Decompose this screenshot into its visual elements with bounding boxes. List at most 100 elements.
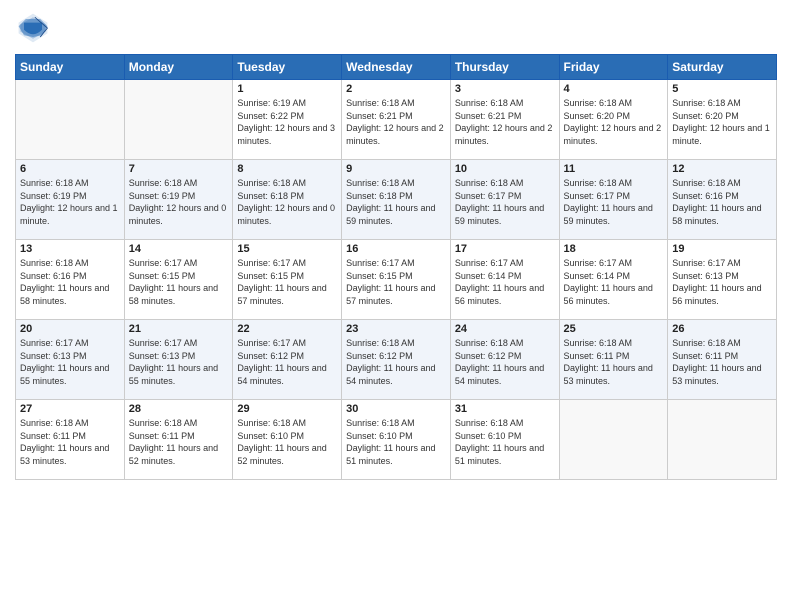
page: SundayMondayTuesdayWednesdayThursdayFrid… bbox=[0, 0, 792, 612]
weekday-header-thursday: Thursday bbox=[450, 55, 559, 80]
logo-icon bbox=[15, 10, 51, 46]
day-info: Sunrise: 6:18 AM Sunset: 6:10 PM Dayligh… bbox=[346, 417, 446, 467]
day-number: 29 bbox=[237, 403, 337, 415]
day-number: 23 bbox=[346, 323, 446, 335]
day-number: 3 bbox=[455, 83, 555, 95]
day-info: Sunrise: 6:18 AM Sunset: 6:20 PM Dayligh… bbox=[672, 97, 772, 147]
day-number: 30 bbox=[346, 403, 446, 415]
day-number: 1 bbox=[237, 83, 337, 95]
day-number: 26 bbox=[672, 323, 772, 335]
day-number: 5 bbox=[672, 83, 772, 95]
day-cell: 16Sunrise: 6:17 AM Sunset: 6:15 PM Dayli… bbox=[342, 240, 451, 320]
day-info: Sunrise: 6:18 AM Sunset: 6:10 PM Dayligh… bbox=[237, 417, 337, 467]
day-info: Sunrise: 6:17 AM Sunset: 6:12 PM Dayligh… bbox=[237, 337, 337, 387]
day-cell: 27 Sunrise: 6:18 AM Sunset: 6:11 PM Dayli… bbox=[16, 400, 125, 480]
day-info: Sunrise: 6:17 AM Sunset: 6:15 PM Dayligh… bbox=[346, 257, 446, 307]
day-info: Sunrise: 6:17 AM Sunset: 6:13 PM Dayligh… bbox=[129, 337, 229, 387]
day-info: Sunrise: 6:18 AM Sunset: 6:20 PM Dayligh… bbox=[564, 97, 664, 147]
day-info: Sunrise: 6:17 AM Sunset: 6:13 PM Dayligh… bbox=[20, 337, 120, 387]
day-cell: 9 Sunrise: 6:18 AM Sunset: 6:18 PM Daylig… bbox=[342, 160, 451, 240]
day-cell: 4 Sunrise: 6:18 AM Sunset: 6:20 PM Daylig… bbox=[559, 80, 668, 160]
day-number: 15 bbox=[237, 243, 337, 255]
day-cell: 8Sunrise: 6:18 AM Sunset: 6:18 PM Daylig… bbox=[233, 160, 342, 240]
day-cell: 14Sunrise: 6:17 AM Sunset: 6:15 PM Dayli… bbox=[124, 240, 233, 320]
day-info: Sunrise: 6:18 AM Sunset: 6:21 PM Dayligh… bbox=[346, 97, 446, 147]
day-info: Sunrise: 6:18 AM Sunset: 6:11 PM Dayligh… bbox=[672, 337, 772, 387]
day-info: Sunrise: 6:18 AM Sunset: 6:21 PM Dayligh… bbox=[455, 97, 555, 147]
day-cell: 29 Sunrise: 6:18 AM Sunset: 6:10 PM Dayli… bbox=[233, 400, 342, 480]
day-cell: 5 Sunrise: 6:18 AM Sunset: 6:20 PM Daylig… bbox=[668, 80, 777, 160]
day-info: Sunrise: 6:18 AM Sunset: 6:17 PM Dayligh… bbox=[564, 177, 664, 227]
day-info: Sunrise: 6:18 AM Sunset: 6:10 PM Dayligh… bbox=[455, 417, 555, 467]
day-cell: 25 Sunrise: 6:18 AM Sunset: 6:11 PM Dayli… bbox=[559, 320, 668, 400]
day-info: Sunrise: 6:18 AM Sunset: 6:18 PM Dayligh… bbox=[237, 177, 337, 227]
week-row-3: 13 Sunrise: 6:18 AM Sunset: 6:16 PM Dayli… bbox=[16, 240, 777, 320]
day-cell: 18 Sunrise: 6:17 AM Sunset: 6:14 PM Dayli… bbox=[559, 240, 668, 320]
week-row-1: 1 Sunrise: 6:19 AM Sunset: 6:22 PM Daylig… bbox=[16, 80, 777, 160]
day-info: Sunrise: 6:18 AM Sunset: 6:11 PM Dayligh… bbox=[564, 337, 664, 387]
day-info: Sunrise: 6:18 AM Sunset: 6:17 PM Dayligh… bbox=[455, 177, 555, 227]
day-cell: 6Sunrise: 6:18 AM Sunset: 6:19 PM Daylig… bbox=[16, 160, 125, 240]
weekday-header-tuesday: Tuesday bbox=[233, 55, 342, 80]
day-info: Sunrise: 6:18 AM Sunset: 6:16 PM Dayligh… bbox=[20, 257, 120, 307]
day-number: 11 bbox=[564, 163, 664, 175]
weekday-header-wednesday: Wednesday bbox=[342, 55, 451, 80]
day-info: Sunrise: 6:18 AM Sunset: 6:11 PM Dayligh… bbox=[129, 417, 229, 467]
day-cell: 10 Sunrise: 6:18 AM Sunset: 6:17 PM Dayli… bbox=[450, 160, 559, 240]
day-number: 28 bbox=[129, 403, 229, 415]
day-number: 9 bbox=[346, 163, 446, 175]
week-row-2: 6Sunrise: 6:18 AM Sunset: 6:19 PM Daylig… bbox=[16, 160, 777, 240]
day-info: Sunrise: 6:18 AM Sunset: 6:19 PM Dayligh… bbox=[20, 177, 120, 227]
day-cell: 21 Sunrise: 6:17 AM Sunset: 6:13 PM Dayli… bbox=[124, 320, 233, 400]
day-number: 2 bbox=[346, 83, 446, 95]
day-info: Sunrise: 6:18 AM Sunset: 6:19 PM Dayligh… bbox=[129, 177, 229, 227]
day-number: 17 bbox=[455, 243, 555, 255]
day-number: 18 bbox=[564, 243, 664, 255]
day-number: 10 bbox=[455, 163, 555, 175]
week-row-4: 20 Sunrise: 6:17 AM Sunset: 6:13 PM Dayli… bbox=[16, 320, 777, 400]
header bbox=[15, 10, 777, 46]
weekday-header-saturday: Saturday bbox=[668, 55, 777, 80]
day-info: Sunrise: 6:18 AM Sunset: 6:12 PM Dayligh… bbox=[455, 337, 555, 387]
day-cell: 15 Sunrise: 6:17 AM Sunset: 6:15 PM Dayli… bbox=[233, 240, 342, 320]
day-cell bbox=[16, 80, 125, 160]
day-info: Sunrise: 6:17 AM Sunset: 6:13 PM Dayligh… bbox=[672, 257, 772, 307]
day-number: 21 bbox=[129, 323, 229, 335]
day-info: Sunrise: 6:18 AM Sunset: 6:11 PM Dayligh… bbox=[20, 417, 120, 467]
day-cell: 24Sunrise: 6:18 AM Sunset: 6:12 PM Dayli… bbox=[450, 320, 559, 400]
day-number: 4 bbox=[564, 83, 664, 95]
calendar: SundayMondayTuesdayWednesdayThursdayFrid… bbox=[15, 54, 777, 480]
weekday-header-row: SundayMondayTuesdayWednesdayThursdayFrid… bbox=[16, 55, 777, 80]
day-cell: 3 Sunrise: 6:18 AM Sunset: 6:21 PM Daylig… bbox=[450, 80, 559, 160]
day-info: Sunrise: 6:17 AM Sunset: 6:15 PM Dayligh… bbox=[237, 257, 337, 307]
day-cell: 17Sunrise: 6:17 AM Sunset: 6:14 PM Dayli… bbox=[450, 240, 559, 320]
day-number: 20 bbox=[20, 323, 120, 335]
day-cell: 28 Sunrise: 6:18 AM Sunset: 6:11 PM Dayli… bbox=[124, 400, 233, 480]
day-cell bbox=[124, 80, 233, 160]
day-cell: 2 Sunrise: 6:18 AM Sunset: 6:21 PM Daylig… bbox=[342, 80, 451, 160]
day-number: 25 bbox=[564, 323, 664, 335]
day-info: Sunrise: 6:18 AM Sunset: 6:16 PM Dayligh… bbox=[672, 177, 772, 227]
day-cell: 11 Sunrise: 6:18 AM Sunset: 6:17 PM Dayli… bbox=[559, 160, 668, 240]
day-cell bbox=[668, 400, 777, 480]
day-number: 13 bbox=[20, 243, 120, 255]
day-info: Sunrise: 6:18 AM Sunset: 6:18 PM Dayligh… bbox=[346, 177, 446, 227]
day-cell: 20 Sunrise: 6:17 AM Sunset: 6:13 PM Dayli… bbox=[16, 320, 125, 400]
day-cell: 19 Sunrise: 6:17 AM Sunset: 6:13 PM Dayli… bbox=[668, 240, 777, 320]
day-number: 7 bbox=[129, 163, 229, 175]
day-number: 27 bbox=[20, 403, 120, 415]
weekday-header-monday: Monday bbox=[124, 55, 233, 80]
day-info: Sunrise: 6:17 AM Sunset: 6:14 PM Dayligh… bbox=[564, 257, 664, 307]
day-info: Sunrise: 6:19 AM Sunset: 6:22 PM Dayligh… bbox=[237, 97, 337, 147]
day-number: 19 bbox=[672, 243, 772, 255]
weekday-header-sunday: Sunday bbox=[16, 55, 125, 80]
day-number: 22 bbox=[237, 323, 337, 335]
day-number: 31 bbox=[455, 403, 555, 415]
day-cell: 31 Sunrise: 6:18 AM Sunset: 6:10 PM Dayli… bbox=[450, 400, 559, 480]
day-cell: 1 Sunrise: 6:19 AM Sunset: 6:22 PM Daylig… bbox=[233, 80, 342, 160]
weekday-header-friday: Friday bbox=[559, 55, 668, 80]
day-cell: 30 Sunrise: 6:18 AM Sunset: 6:10 PM Dayli… bbox=[342, 400, 451, 480]
day-cell: 13 Sunrise: 6:18 AM Sunset: 6:16 PM Dayli… bbox=[16, 240, 125, 320]
day-cell: 7 Sunrise: 6:18 AM Sunset: 6:19 PM Daylig… bbox=[124, 160, 233, 240]
week-row-5: 27 Sunrise: 6:18 AM Sunset: 6:11 PM Dayli… bbox=[16, 400, 777, 480]
